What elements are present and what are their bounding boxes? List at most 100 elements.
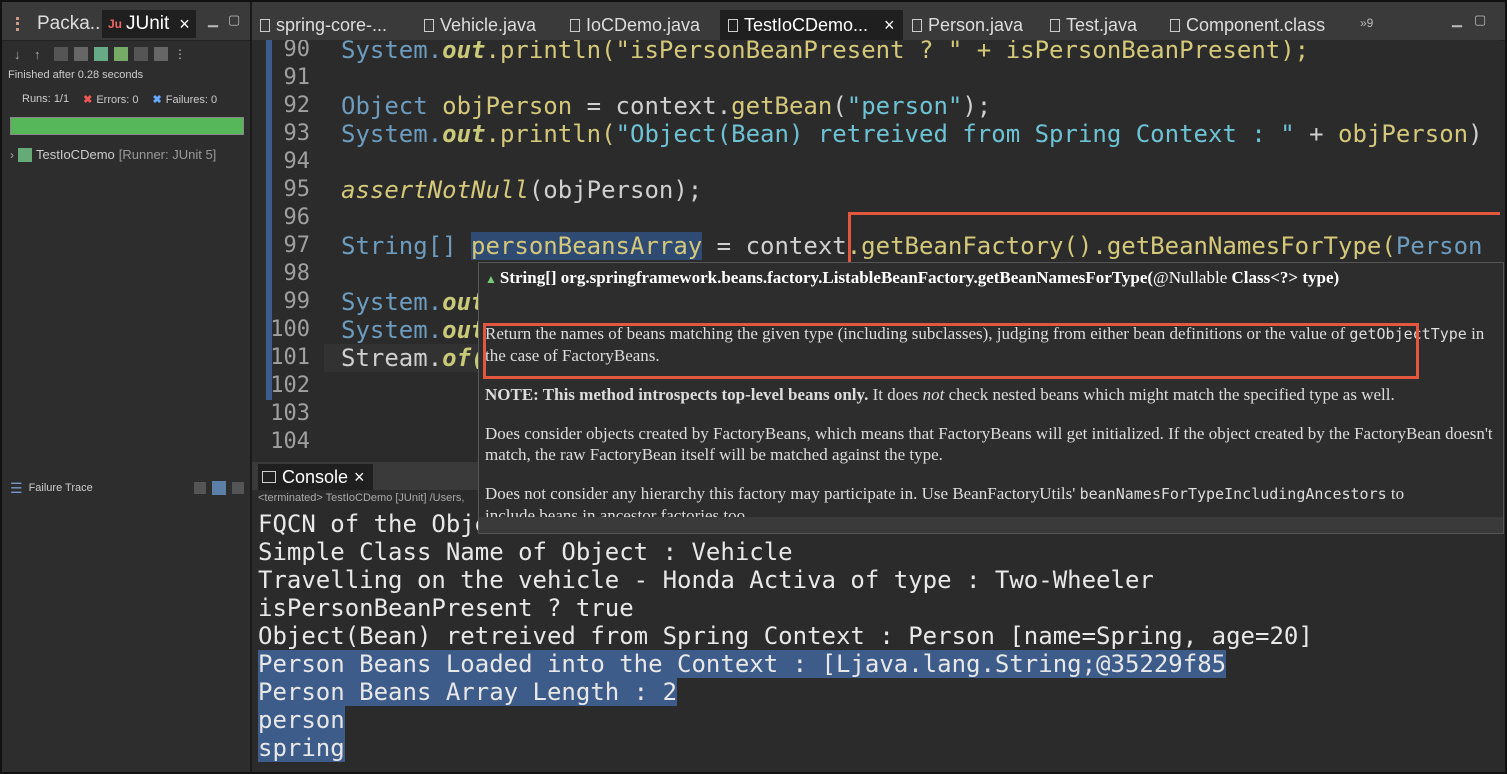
ide-window: Packa... Ju JUnit × ▁ ▢ ↓ ↑ ⋮ Finished a… (0, 0, 1507, 774)
close-icon[interactable]: × (354, 467, 365, 488)
run-status: Finished after 0.28 seconds (8, 69, 144, 81)
rerun-icon[interactable] (94, 47, 108, 61)
tab-label: Packa... (37, 13, 106, 34)
selected-text: spring (258, 734, 345, 762)
expand-chevron-icon[interactable]: › (10, 148, 14, 162)
console-icon (262, 471, 276, 483)
tab-label: JUnit (126, 13, 170, 34)
list-icon: ☰ (10, 479, 23, 496)
failures-value: 0 (210, 94, 218, 106)
test-progress-bar (10, 117, 244, 135)
tab-person-java[interactable]: Person.java (912, 10, 1023, 40)
test-runner: [Runner: JUnit 5] (118, 147, 217, 162)
javadoc-paragraph: Does consider objects created by Factory… (485, 424, 1493, 464)
tab-vehicle-java[interactable]: Vehicle.java (424, 10, 536, 40)
line-number: 91 (283, 65, 311, 90)
previous-failure-icon[interactable]: ↑ (34, 47, 48, 62)
method-icon: ▲ (485, 272, 500, 286)
tab-iocdemo-java[interactable]: IoCDemo.java (570, 10, 700, 40)
code-token: + (1294, 120, 1339, 148)
selected-text: person (258, 706, 345, 734)
failures-counter: ✖ Failures: 0 (153, 93, 218, 111)
doc-text: Does not consider any hierarchy this fac… (485, 484, 1080, 503)
stop-icon[interactable] (134, 47, 148, 61)
errors-value: 0 (132, 94, 139, 106)
selected-text: Person Beans Loaded into the Context : [… (258, 650, 1227, 678)
tab-console[interactable]: Console × (258, 464, 373, 490)
tab-junit[interactable]: Ju JUnit × (102, 10, 196, 38)
line-number: 97 (283, 233, 311, 258)
console-line: Person Beans Array Length : 2 (258, 678, 1502, 706)
failure-icon: ✖ (152, 94, 162, 106)
junit-toolbar: ↓ ↑ ⋮ (2, 41, 250, 67)
tab-testiocdemo-java[interactable]: TestIoCDemo... × (720, 10, 903, 40)
line-number: 102 (270, 373, 310, 398)
next-failure-icon[interactable]: ↓ (14, 47, 28, 62)
class-file-icon (1170, 18, 1180, 32)
close-icon[interactable]: × (884, 15, 895, 36)
code-token: getBean (731, 92, 833, 120)
close-icon[interactable]: × (179, 14, 190, 35)
maximize-icon[interactable]: ▢ (228, 12, 240, 28)
code-token: System. (341, 40, 443, 64)
line-number: 101 (270, 345, 310, 370)
code-line: System.out (341, 316, 486, 344)
minimize-icon[interactable]: ▁ (208, 12, 218, 28)
doc-emphasis: not (922, 385, 945, 404)
java-file-icon (1050, 18, 1060, 32)
code-token: assertNotNull (341, 176, 529, 204)
code-token: ( (832, 92, 847, 120)
console-line: isPersonBeanPresent ? true (258, 594, 634, 622)
show-failures-only-icon[interactable] (54, 47, 68, 61)
hover-scrollbar[interactable] (479, 517, 1503, 533)
code-token: "Object(Bean) retreived from Spring Cont… (615, 120, 1295, 148)
code-line: System.out.println("Object(Bean) retreiv… (341, 120, 1483, 148)
view-menu-icon[interactable]: ⋮ (174, 47, 188, 61)
compare-icon[interactable] (193, 482, 206, 494)
line-number: 94 (283, 149, 311, 174)
tab-label: Component.class (1186, 14, 1326, 35)
filter-icon[interactable] (211, 481, 226, 495)
runs-value: 1/1 (53, 93, 70, 105)
error-icon: ✖ (83, 94, 93, 106)
tab-label: Test.java (1066, 14, 1138, 35)
tab-package-explorer[interactable]: Packa... (10, 10, 112, 38)
test-tree-item[interactable]: › TestIoCDemo [Runner: JUnit 5] (2, 135, 250, 162)
copy-icon[interactable] (231, 482, 244, 494)
scroll-lock-icon[interactable] (74, 47, 88, 61)
junit-view: Packa... Ju JUnit × ▁ ▢ ↓ ↑ ⋮ Finished a… (2, 2, 252, 772)
tab-test-java[interactable]: Test.java (1050, 10, 1137, 40)
project-icon (260, 18, 270, 32)
code-token: objPerson (442, 92, 573, 120)
package-icon (16, 17, 31, 31)
code-token: = context. (572, 92, 732, 120)
code-token: objPerson (1338, 120, 1469, 148)
tab-component-class[interactable]: Component.class (1170, 10, 1325, 40)
maximize-icon[interactable]: ▢ (1474, 12, 1486, 28)
code-line: System.out (341, 288, 486, 316)
tab-label: Vehicle.java (440, 14, 537, 35)
line-number: 93 (283, 121, 311, 146)
failures-label: Failures: (165, 94, 208, 106)
code-token: = context (702, 232, 847, 260)
more-tabs-button[interactable]: »9 (1360, 16, 1373, 30)
rerun-failed-icon[interactable] (114, 47, 128, 61)
java-file-icon (570, 18, 580, 32)
tab-label: IoCDemo.java (586, 14, 701, 35)
selected-text: Person Beans Array Length : 2 (258, 678, 678, 706)
code-token: (objPerson); (528, 176, 703, 204)
left-tab-bar: Packa... Ju JUnit × ▁ ▢ (2, 2, 250, 41)
minimize-icon[interactable]: ▁ (1452, 12, 1462, 28)
code-token: out (442, 120, 486, 148)
console-output[interactable]: FQCN of the Obje Simple Class Name of Ob… (252, 510, 1502, 762)
code-line: Stream.of( (341, 344, 486, 372)
code-line: assertNotNull(objPerson); (341, 176, 702, 204)
errors-counter: ✖ Errors: 0 (83, 93, 138, 111)
code-token: Stream. (341, 344, 443, 372)
tab-label: spring-core-... (276, 14, 388, 35)
history-icon[interactable] (154, 47, 168, 61)
run-counters: Runs: 1/1 ✖ Errors: 0 ✖ Failures: 0 (2, 83, 250, 111)
failure-trace-label: Failure Trace (28, 482, 93, 494)
line-number: 92 (283, 93, 311, 118)
tab-spring-core[interactable]: spring-core-... (260, 10, 387, 40)
